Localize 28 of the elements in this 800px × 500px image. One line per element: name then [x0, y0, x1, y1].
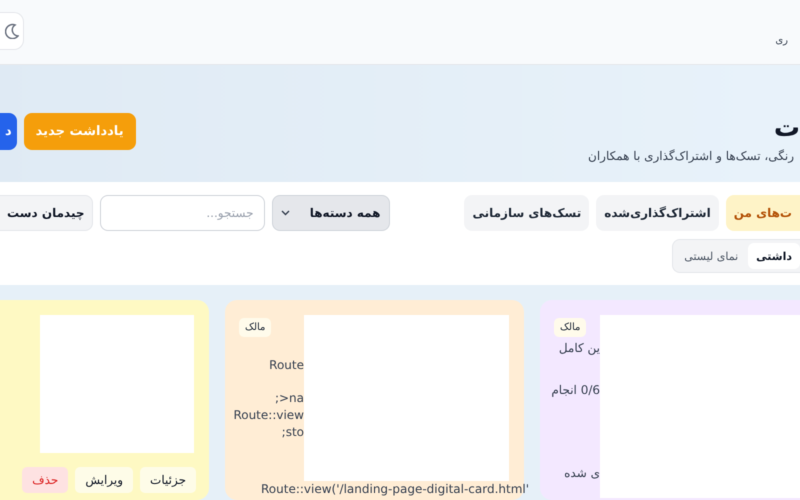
note-text: Route	[269, 357, 304, 374]
card-action-button[interactable]: ویرایش	[75, 467, 134, 493]
delete-button[interactable]: حذف	[22, 467, 68, 493]
theme-toggle-button[interactable]	[0, 12, 24, 50]
view-toggle[interactable]: داشتی	[748, 243, 800, 269]
owner-badge: مالک	[239, 318, 272, 337]
category-select[interactable]: همه دسته‌ها	[272, 195, 390, 231]
primary-button[interactable]: د	[0, 113, 17, 150]
layout-button[interactable]: چیدمان دست	[0, 195, 92, 231]
owner-badge: مالک	[554, 318, 586, 337]
note-text: Route::view	[233, 407, 304, 424]
note-text: 0/6 انجام	[551, 382, 600, 399]
note-text: ین کامل	[558, 340, 600, 357]
chevron-down-icon	[280, 210, 290, 216]
filter-tab[interactable]: ت‌های من	[726, 195, 800, 231]
page-title: ت	[774, 113, 800, 143]
view-toggle[interactable]: نمای لیستی	[676, 243, 746, 269]
search-field[interactable]: جستجو...	[100, 195, 264, 231]
note-text: ;>na	[274, 390, 304, 407]
filter-tab[interactable]: اشتراک‌گذاری‌شده	[596, 195, 719, 231]
note-text: ;sto	[282, 424, 304, 441]
page-subtitle: رنگی، تسک‌ها و اشتراک‌گذاری با همکاران	[588, 149, 794, 163]
brand-text: ری	[775, 35, 788, 46]
moon-icon	[5, 23, 19, 39]
card-action-button[interactable]: جزئیات	[140, 467, 196, 493]
note-text: ی شده	[564, 465, 600, 482]
filter-tab[interactable]: تسک‌های سازمانی	[464, 195, 590, 231]
note-text: Route::view('/landing-page-digital-card.html'	[261, 481, 530, 498]
